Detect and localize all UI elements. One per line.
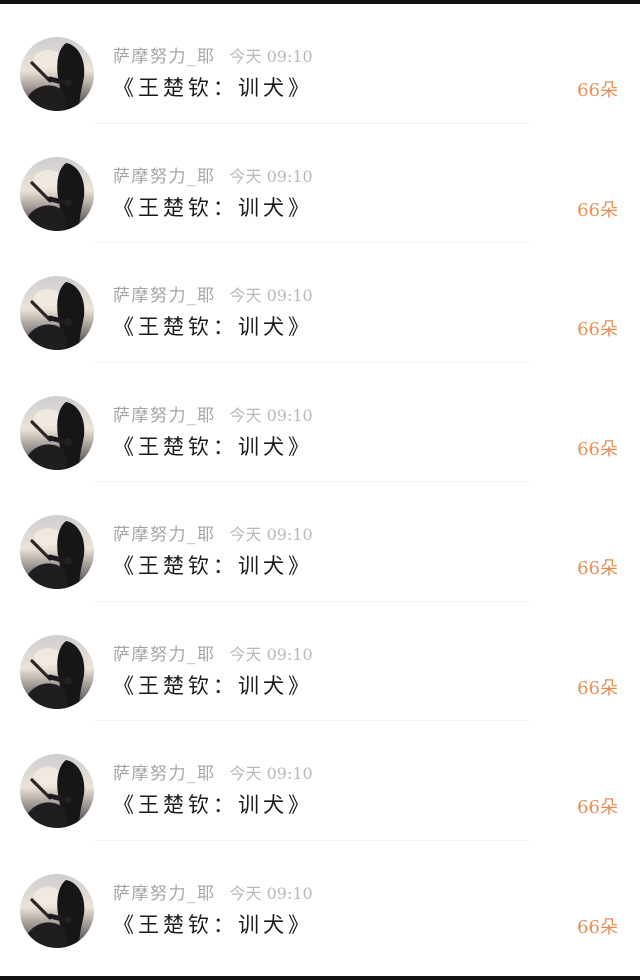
timestamp: 今天 09:10 [229,525,313,544]
item-meta: 萨摩努力_耶 今天 09:10 [113,640,313,665]
item-meta: 萨摩努力_耶 今天 09:10 [113,759,313,784]
item-title: 《王楚钦：训犬》 [113,434,313,459]
user-avatar-icon[interactable] [20,634,94,709]
user-avatar-icon[interactable] [20,754,94,828]
flower-count: 66朵 [577,319,618,340]
user-avatar-icon[interactable] [20,276,94,350]
timestamp: 今天 09:10 [229,644,313,664]
timestamp: 今天 09:10 [229,883,313,903]
username[interactable]: 萨摩努力_耶 [113,525,216,545]
flower-count: 66朵 [577,80,618,101]
item-title: 《王楚钦：训犬》 [113,195,313,220]
user-avatar-icon[interactable] [20,37,94,111]
bottom-edge-bar [0,976,640,980]
list-item[interactable]: 萨摩努力_耶 今天 09:10 《王楚钦：训犬》 66朵 [0,721,640,841]
gift-record-list: 萨摩努力_耶 今天 09:10 《王楚钦：训犬》 66朵 萨摩努力_耶 今天 09:… [0,4,640,976]
list-item[interactable]: 萨摩努力_耶 今天 09:10 《王楚钦：训犬》 66朵 [0,124,640,243]
username[interactable]: 萨摩努力_耶 [113,645,216,665]
item-title: 《王楚钦：训犬》 [113,912,313,937]
flower-count: 66朵 [577,797,618,818]
flower-count: 66朵 [577,199,618,221]
item-title: 《王楚钦：训犬》 [113,76,313,100]
user-avatar-icon[interactable] [20,156,94,231]
item-title: 《王楚钦：训犬》 [113,793,313,817]
flower-count: 66朵 [577,438,618,460]
username[interactable]: 萨摩努力_耶 [113,286,216,306]
username[interactable]: 萨摩努力_耶 [113,884,216,904]
list-item[interactable]: 萨摩努力_耶 今天 09:10 《王楚钦：训犬》 66朵 [0,4,640,124]
username[interactable]: 萨摩努力_耶 [113,406,216,426]
timestamp: 今天 09:10 [229,286,313,305]
item-title: 《王楚钦：训犬》 [113,554,313,578]
item-meta: 萨摩努力_耶 今天 09:10 [113,879,313,904]
list-item[interactable]: 萨摩努力_耶 今天 09:10 《王楚钦：训犬》 66朵 [0,482,640,602]
flower-count: 66朵 [577,677,618,699]
user-avatar-icon[interactable] [20,873,94,948]
user-avatar-icon[interactable] [20,395,94,470]
item-meta: 萨摩努力_耶 今天 09:10 [113,281,313,306]
timestamp: 今天 09:10 [229,47,313,66]
list-item[interactable]: 萨摩努力_耶 今天 09:10 《王楚钦：训犬》 66朵 [0,363,640,482]
username[interactable]: 萨摩努力_耶 [113,167,216,187]
list-item[interactable]: 萨摩努力_耶 今天 09:10 《王楚钦：训犬》 66朵 [0,243,640,363]
username[interactable]: 萨摩努力_耶 [113,47,216,67]
item-meta: 萨摩努力_耶 今天 09:10 [113,401,313,426]
item-meta: 萨摩努力_耶 今天 09:10 [113,520,313,545]
timestamp: 今天 09:10 [229,764,313,783]
flower-count: 66朵 [577,916,618,938]
timestamp: 今天 09:10 [229,166,313,186]
item-meta: 萨摩努力_耶 今天 09:10 [113,162,313,187]
item-meta: 萨摩努力_耶 今天 09:10 [113,42,313,67]
flower-count: 66朵 [577,558,618,579]
user-avatar-icon[interactable] [20,515,94,589]
username[interactable]: 萨摩努力_耶 [113,764,216,784]
item-title: 《王楚钦：训犬》 [113,673,313,698]
timestamp: 今天 09:10 [229,405,313,425]
item-title: 《王楚钦：训犬》 [113,315,313,339]
list-item[interactable]: 萨摩努力_耶 今天 09:10 《王楚钦：训犬》 66朵 [0,841,640,961]
list-item[interactable]: 萨摩努力_耶 今天 09:10 《王楚钦：训犬》 66朵 [0,602,640,721]
